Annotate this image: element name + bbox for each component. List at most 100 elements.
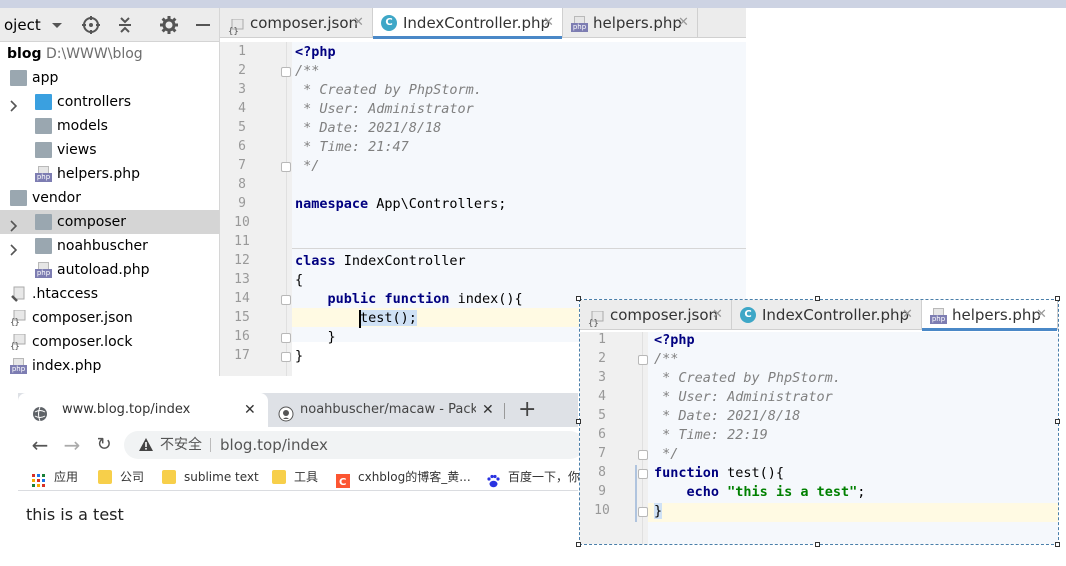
- tree-item-helpers-php[interactable]: php helpers.php: [0, 162, 219, 186]
- php-file-icon: php: [930, 308, 947, 324]
- resize-handle[interactable]: [815, 296, 820, 301]
- github-icon: [278, 402, 294, 422]
- tree-item-noahbuscher[interactable]: noahbuscher: [0, 234, 219, 258]
- url-text[interactable]: blog.top/index: [220, 431, 328, 459]
- method-separator: [292, 248, 746, 249]
- browser-tab[interactable]: noahbuscher/macaw - Packag ✕: [270, 393, 502, 427]
- fold-marker[interactable]: [281, 162, 291, 172]
- resize-handle[interactable]: [815, 542, 820, 547]
- page-body-text: this is a test: [26, 505, 124, 524]
- tree-item-composer-json[interactable]: {} composer.json: [0, 306, 219, 330]
- tab-indexcontroller-php[interactable]: C IndexController.php ✕: [373, 8, 563, 39]
- close-icon[interactable]: ✕: [353, 8, 364, 38]
- collapse-all-icon[interactable]: [114, 14, 136, 36]
- tab-helpers-php[interactable]: php helpers.php ✕: [563, 8, 698, 38]
- fold-marker[interactable]: [638, 469, 648, 479]
- tree-item-index-php[interactable]: php index.php: [0, 354, 219, 376]
- resize-handle[interactable]: [1055, 419, 1060, 424]
- globe-icon: [32, 402, 48, 422]
- php-file-icon: php: [35, 262, 52, 278]
- new-tab-button[interactable]: +: [518, 393, 536, 427]
- insecure-label[interactable]: 不安全: [160, 431, 202, 459]
- chevron-right-icon[interactable]: [8, 216, 20, 232]
- tab-composer-json[interactable]: {} composer.json ✕: [220, 8, 373, 38]
- tree-root-blog[interactable]: blog D:\WWW\blog: [0, 42, 219, 66]
- fold-marker[interactable]: [281, 333, 291, 343]
- close-icon[interactable]: ✕: [482, 393, 494, 427]
- tree-item-label: models: [57, 118, 108, 134]
- close-icon[interactable]: ✕: [712, 300, 723, 330]
- close-icon[interactable]: ✕: [902, 300, 913, 330]
- code-line: * Date: 2021/8/18: [654, 408, 801, 424]
- tree-item-label: views: [57, 142, 97, 158]
- code-line: }: [295, 329, 336, 345]
- address-bar[interactable]: 不安全 blog.top/index: [124, 431, 584, 459]
- editor-tab-bar: {} composer.json ✕ C IndexController.php…: [220, 8, 746, 39]
- tree-item-controllers[interactable]: controllers: [0, 90, 219, 114]
- fold-marker[interactable]: [638, 450, 648, 460]
- forward-arrow-icon[interactable]: →: [62, 435, 82, 455]
- line-number: 17: [234, 348, 250, 363]
- code-line: /**: [295, 63, 320, 79]
- code-line: * Date: 2021/8/18: [295, 120, 442, 136]
- browser-tab-active[interactable]: www.blog.top/index ✕: [18, 393, 268, 427]
- resize-handle[interactable]: [576, 419, 581, 424]
- back-arrow-icon[interactable]: ←: [30, 435, 50, 455]
- browser-tab-strip: www.blog.top/index ✕ noahbuscher/macaw -…: [18, 393, 578, 427]
- fold-marker[interactable]: [638, 355, 648, 365]
- fold-marker[interactable]: [281, 67, 291, 77]
- close-icon[interactable]: ✕: [1036, 300, 1047, 330]
- tree-item-label: index.php: [32, 358, 102, 374]
- current-line-highlight: [580, 503, 1058, 522]
- tree-item-vendor[interactable]: vendor: [0, 186, 219, 210]
- line-number: 2: [238, 63, 246, 78]
- line-number: 4: [598, 389, 606, 404]
- hide-panel-icon[interactable]: [192, 14, 214, 36]
- line-number: 5: [238, 120, 246, 135]
- json-file-icon: {}: [10, 309, 27, 328]
- chevron-down-icon[interactable]: [46, 14, 68, 36]
- line-number: 2: [598, 351, 606, 366]
- gear-icon[interactable]: [158, 14, 180, 36]
- tree-item-composer[interactable]: composer: [0, 210, 219, 234]
- close-icon[interactable]: ✕: [678, 8, 689, 38]
- tree-item-views[interactable]: views: [0, 138, 219, 162]
- root-name: blog: [7, 46, 42, 62]
- code-area[interactable]: 1 2 3 4 5 6 7 8 9 10 <?php /** * Created…: [580, 332, 1058, 544]
- fold-marker[interactable]: [281, 352, 291, 362]
- scope-indicator: [635, 465, 637, 522]
- tab-helpers-php[interactable]: php helpers.php ✕: [922, 300, 1058, 331]
- line-number: 1: [238, 44, 246, 59]
- fold-marker[interactable]: [638, 507, 648, 517]
- project-view-title[interactable]: oject: [4, 16, 41, 34]
- resize-handle[interactable]: [1055, 296, 1060, 301]
- resize-handle[interactable]: [576, 296, 581, 301]
- resize-handle[interactable]: [1055, 542, 1060, 547]
- folder-icon: [10, 190, 27, 206]
- tree-item-autoload-php[interactable]: php autoload.php: [0, 258, 219, 282]
- tree-item-composer-lock[interactable]: {} composer.lock: [0, 330, 219, 354]
- chevron-right-icon[interactable]: [8, 96, 20, 112]
- code-keyword: class: [295, 253, 336, 269]
- tab-indexcontroller-php[interactable]: C IndexController.php ✕: [732, 300, 922, 330]
- tab-label: composer.json: [610, 306, 719, 324]
- close-icon[interactable]: ✕: [244, 393, 256, 427]
- tree-item-label: composer.json: [32, 310, 133, 326]
- close-icon[interactable]: ✕: [543, 8, 554, 38]
- chevron-right-icon[interactable]: [8, 240, 20, 256]
- line-number: 14: [234, 291, 250, 306]
- warning-icon[interactable]: [138, 437, 154, 453]
- tree-item-label: .htaccess: [32, 286, 98, 302]
- tab-composer-json[interactable]: {} composer.json ✕: [580, 300, 732, 330]
- reload-icon[interactable]: ↻: [94, 435, 114, 455]
- resize-handle[interactable]: [576, 542, 581, 547]
- line-number: 5: [598, 408, 606, 423]
- locate-icon[interactable]: [80, 14, 102, 36]
- tree-item-models[interactable]: models: [0, 114, 219, 138]
- tree-item-htaccess[interactable]: .htaccess: [0, 282, 219, 306]
- fold-marker[interactable]: [281, 295, 291, 305]
- project-panel: oject blog D:\WWW\blog app controllers m…: [0, 8, 220, 376]
- line-number: 7: [598, 446, 606, 461]
- tree-item-app[interactable]: app: [0, 66, 219, 90]
- bookmark-label: 工具: [294, 470, 319, 484]
